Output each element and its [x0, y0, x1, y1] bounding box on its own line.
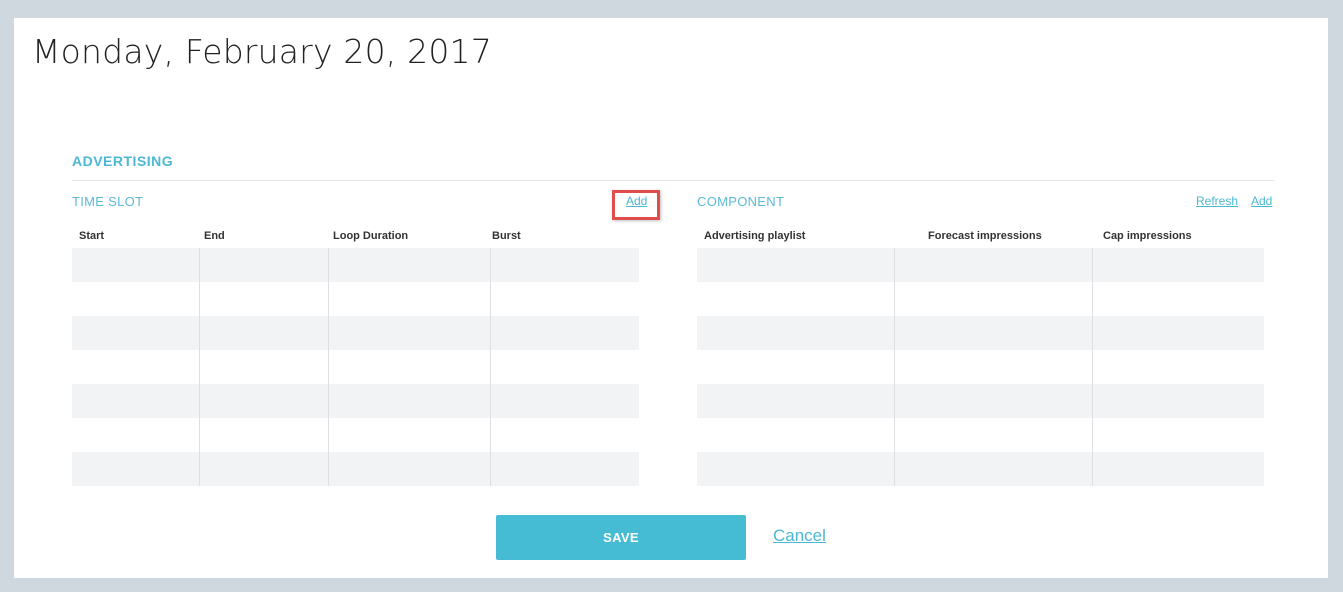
component-table: Advertising playlist Forecast impression… [697, 228, 1264, 486]
table-header: Advertising playlist Forecast impression… [697, 228, 1264, 248]
table-row[interactable] [72, 350, 639, 384]
table-body [697, 248, 1264, 486]
column-header-cap-impressions: Cap impressions [1103, 230, 1192, 242]
table-row[interactable] [72, 384, 639, 418]
column-header-burst: Burst [492, 230, 521, 242]
table-body [72, 248, 639, 486]
section-divider [72, 180, 1274, 181]
cancel-link[interactable]: Cancel [773, 526, 826, 546]
highlight-box [612, 190, 660, 220]
column-divider [894, 248, 895, 486]
table-row[interactable] [697, 316, 1264, 350]
table-row[interactable] [697, 282, 1264, 316]
column-header-start: Start [79, 230, 105, 242]
time-slot-label: TIME SLOT [72, 194, 144, 209]
component-label: COMPONENT [697, 194, 785, 209]
table-row[interactable] [697, 350, 1264, 384]
table-row[interactable] [72, 316, 639, 350]
column-header-forecast-impressions: Forecast impressions [928, 230, 1042, 242]
table-header: Start End Loop Duration Burst [72, 228, 639, 248]
editor-panel: Monday, February 20, 2017 ADVERTISING TI… [14, 18, 1328, 578]
save-button[interactable]: SAVE [496, 515, 746, 560]
table-row[interactable] [72, 452, 639, 486]
table-row[interactable] [72, 418, 639, 452]
section-heading-advertising: ADVERTISING [72, 153, 174, 169]
column-divider [1092, 248, 1093, 486]
table-row[interactable] [697, 248, 1264, 282]
table-row[interactable] [72, 248, 639, 282]
column-header-advertising-playlist: Advertising playlist [704, 230, 806, 242]
component-refresh-link[interactable]: Refresh [1196, 194, 1238, 208]
column-divider [490, 248, 491, 486]
page-title: Monday, February 20, 2017 [32, 32, 492, 71]
column-header-loop-duration: Loop Duration [333, 230, 409, 242]
component-add-link[interactable]: Add [1251, 194, 1272, 208]
table-row[interactable] [697, 452, 1264, 486]
table-row[interactable] [72, 282, 639, 316]
column-header-end: End [204, 230, 225, 242]
table-row[interactable] [697, 384, 1264, 418]
time-slot-table: Start End Loop Duration Burst [72, 228, 639, 486]
column-divider [199, 248, 200, 486]
column-divider [328, 248, 329, 486]
table-row[interactable] [697, 418, 1264, 452]
